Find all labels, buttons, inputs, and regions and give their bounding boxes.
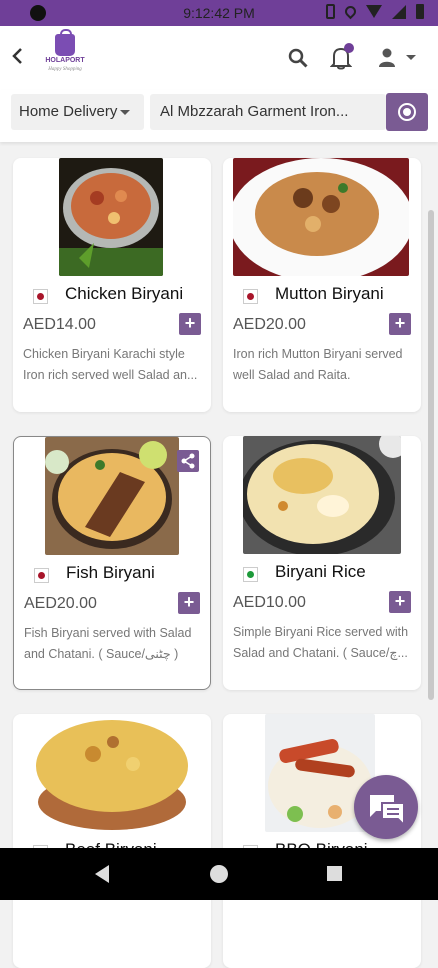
product-name: Fish Biryani — [66, 563, 155, 582]
delivery-mode-select[interactable]: Home Delivery — [11, 94, 144, 130]
product-price: AED20.00 — [24, 595, 97, 612]
product-card-mutton-biryani[interactable]: Mutton Biryani AED20.00 + Iron rich Mutt… — [223, 158, 421, 412]
product-photo — [45, 437, 179, 555]
locate-button[interactable] — [386, 93, 428, 131]
product-card-chicken-biryani[interactable]: Chicken Biryani AED14.00 + Chicken Birya… — [13, 158, 211, 412]
shopping-bag-icon — [55, 29, 75, 56]
product-description: Simple Biryani Rice served with Salad an… — [233, 625, 409, 660]
user-icon[interactable] — [378, 48, 396, 68]
product-title-row: Biryani Rice — [243, 562, 413, 586]
app-logo[interactable]: HOLAPORT Happy Shopping — [36, 29, 94, 84]
product-title-row: Fish Biryani — [34, 563, 202, 587]
product-card-biryani-rice[interactable]: Biryani Rice AED10.00 + Simple Biryani R… — [223, 436, 421, 690]
scrollbar[interactable] — [428, 210, 434, 700]
product-card-fish-biryani[interactable]: Fish Biryani AED20.00 + Fish Biryani ser… — [13, 436, 211, 690]
nav-back-icon[interactable] — [95, 865, 109, 883]
battery-icon — [416, 4, 424, 19]
product-price: AED10.00 — [233, 594, 306, 611]
chevron-down-icon[interactable] — [406, 55, 416, 60]
veg-indicator-icon — [243, 567, 258, 582]
share-icon — [181, 453, 195, 469]
chat-button[interactable] — [354, 775, 418, 839]
search-icon[interactable] — [288, 48, 308, 68]
product-price: AED20.00 — [233, 316, 306, 333]
non-veg-indicator-icon — [243, 289, 258, 304]
product-card-beef-biryani[interactable]: Beef Biryani — [13, 714, 211, 968]
gps-target-icon — [398, 103, 416, 121]
product-name: Chicken Biryani — [65, 284, 184, 303]
product-photo — [59, 158, 163, 276]
product-title-row: Chicken Biryani — [33, 284, 203, 308]
chat-icon — [370, 795, 405, 828]
phone-icon — [326, 4, 335, 19]
system-nav-bar — [0, 848, 438, 900]
product-description: Fish Biryani served with Salad and Chata… — [24, 626, 192, 661]
product-price: AED14.00 — [23, 316, 96, 333]
add-to-cart-button[interactable]: + — [389, 591, 411, 613]
status-icons — [326, 3, 424, 20]
non-veg-indicator-icon — [33, 289, 48, 304]
add-to-cart-button[interactable]: + — [389, 313, 411, 335]
product-description: Chicken Biryani Karachi style Iron rich … — [23, 347, 198, 382]
product-photo — [243, 436, 401, 554]
location-icon — [342, 3, 359, 20]
back-arrow-icon[interactable] — [8, 44, 30, 70]
delivery-mode-label: Home Delivery — [19, 103, 118, 120]
product-name: Mutton Biryani — [275, 284, 384, 303]
location-field[interactable]: Al Mbzzarah Garment Iron... — [150, 94, 386, 130]
logo-name: HOLAPORT — [45, 57, 85, 64]
add-to-cart-button[interactable]: + — [179, 313, 201, 335]
nav-recents-icon[interactable] — [327, 866, 342, 881]
add-to-cart-button[interactable]: + — [178, 592, 200, 614]
product-description: Iron rich Mutton Biryani served well Sal… — [233, 347, 403, 382]
chevron-down-icon — [120, 109, 131, 115]
signal-icon — [392, 4, 406, 19]
share-button[interactable] — [177, 450, 199, 472]
product-title-row: Mutton Biryani — [243, 284, 413, 308]
product-photo — [33, 714, 191, 832]
wifi-icon — [366, 5, 382, 18]
app-bar: HOLAPORT Happy Shopping — [0, 26, 438, 90]
notification-badge — [344, 43, 354, 53]
status-bar: 9:12:42 PM — [0, 0, 438, 26]
non-veg-indicator-icon — [34, 568, 49, 583]
logo-tagline: Happy Shopping — [48, 67, 82, 72]
product-name: Biryani Rice — [275, 562, 366, 581]
filter-bar: Home Delivery Al Mbzzarah Garment Iron..… — [0, 90, 438, 142]
product-photo — [233, 158, 409, 276]
product-card-bbq-biryani[interactable]: BBQ Biryani — [223, 714, 421, 968]
nav-home-icon[interactable] — [210, 865, 228, 883]
